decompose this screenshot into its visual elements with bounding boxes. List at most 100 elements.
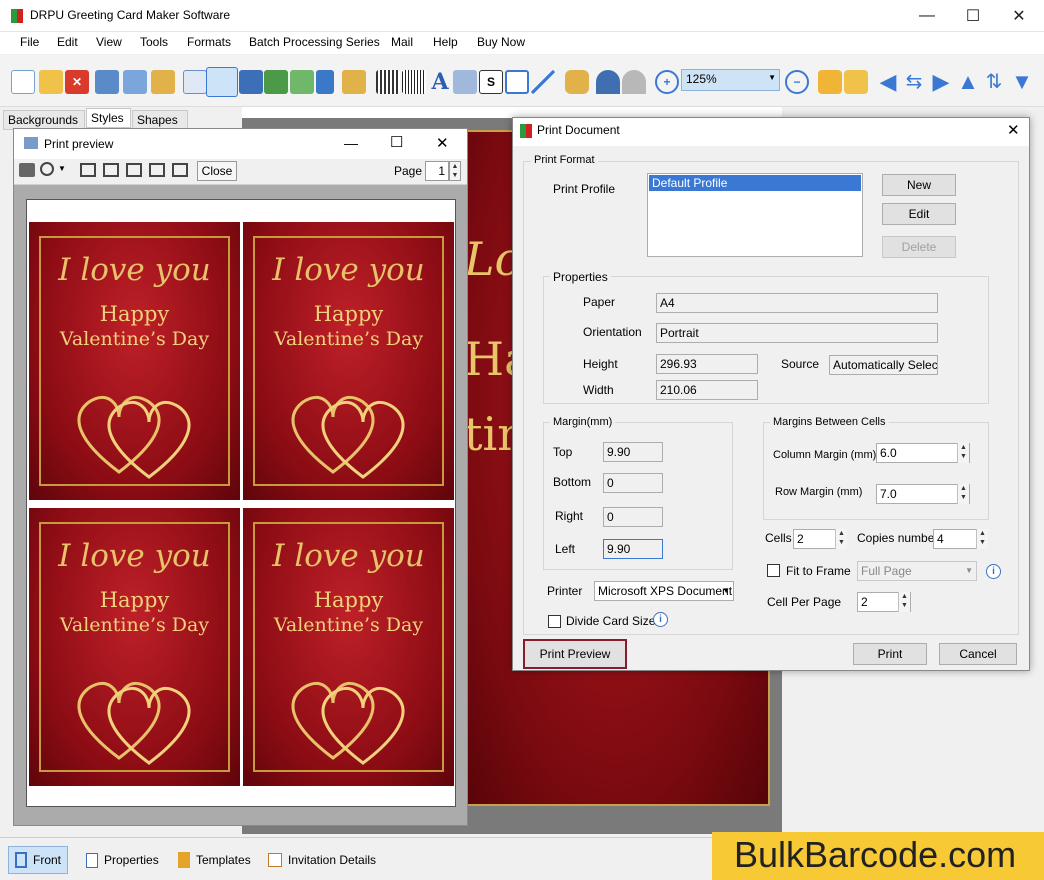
column-margin-field[interactable]: 6.0 xyxy=(876,443,970,463)
three-pages-icon[interactable] xyxy=(126,163,142,177)
flip-vertical-icon[interactable]: ⇅ xyxy=(982,70,1006,94)
close-file-icon[interactable]: ✕ xyxy=(65,70,89,94)
print-button[interactable]: Print xyxy=(853,643,927,665)
line-icon[interactable] xyxy=(531,70,555,94)
zoom-select[interactable]: 125% ▼ xyxy=(681,69,780,91)
pv-minimize-button[interactable]: — xyxy=(344,135,358,151)
six-pages-icon[interactable] xyxy=(172,163,188,177)
tab-invitation-details[interactable]: Invitation Details xyxy=(262,846,382,874)
page-spinner[interactable]: ▲ ▼ xyxy=(449,161,461,181)
menu-tools[interactable]: Tools xyxy=(140,35,168,49)
menu-help[interactable]: Help xyxy=(433,35,458,49)
shapes-icon[interactable] xyxy=(342,70,366,94)
printer-select[interactable]: Microsoft XPS Document ▼ xyxy=(594,581,734,601)
symbol-icon[interactable]: S xyxy=(479,70,503,94)
divide-card-checkbox[interactable] xyxy=(548,615,561,628)
menu-edit[interactable]: Edit xyxy=(57,35,78,49)
tab-templates[interactable]: Templates xyxy=(172,846,257,874)
tab-shapes[interactable]: Shapes xyxy=(132,110,188,130)
four-pages-icon[interactable] xyxy=(149,163,165,177)
pv-close-button[interactable]: Close xyxy=(197,161,237,181)
open-folder-icon[interactable] xyxy=(39,70,63,94)
pen-icon[interactable] xyxy=(316,70,334,94)
zoom-icon[interactable] xyxy=(40,162,54,176)
image-icon[interactable] xyxy=(264,70,288,94)
profile-list-item[interactable]: Default Profile xyxy=(649,175,861,191)
pv-maximize-button[interactable]: ☐ xyxy=(390,133,403,151)
row-margin-label: Row Margin (mm) xyxy=(775,486,863,498)
pv-close-window-button[interactable]: ✕ xyxy=(436,134,449,152)
chevron-down-icon[interactable]: ▼ xyxy=(58,164,66,173)
maximize-button[interactable]: ☐ xyxy=(950,0,996,32)
print-preview-button[interactable]: Print Preview xyxy=(523,639,627,669)
row-margin-field[interactable]: 7.0 xyxy=(876,484,970,504)
column-margin-label: Column Margin (mm) xyxy=(773,449,877,461)
print-icon[interactable] xyxy=(19,163,35,177)
fit-info-icon[interactable]: i xyxy=(986,564,1001,579)
row-margin-spinner[interactable]: ▲ ▼ xyxy=(957,484,969,504)
print-preview-title: Print preview xyxy=(44,137,114,151)
cell-per-page-spinner[interactable]: ▲ ▼ xyxy=(898,592,910,612)
divide-info-icon[interactable]: i xyxy=(653,612,668,627)
insert-picture-icon[interactable] xyxy=(290,70,314,94)
fit-to-frame-checkbox[interactable] xyxy=(767,564,780,577)
tab-styles[interactable]: Styles xyxy=(86,108,131,128)
redo-icon[interactable] xyxy=(622,70,646,94)
menu-mail[interactable]: Mail xyxy=(391,35,413,49)
bottom-margin-field[interactable]: 0 xyxy=(603,473,663,493)
barcode-icon[interactable] xyxy=(376,70,400,94)
tab-backgrounds[interactable]: Backgrounds xyxy=(3,110,85,130)
menu-view[interactable]: View xyxy=(96,35,122,49)
zoom-in-icon[interactable]: + xyxy=(655,70,679,94)
lock-icon[interactable] xyxy=(818,70,842,94)
card-line3: Valentine’s Day xyxy=(273,614,424,636)
fit-to-frame-select[interactable]: Full Page ▼ xyxy=(857,561,977,581)
new-file-icon[interactable] xyxy=(11,70,35,94)
menu-formats[interactable]: Formats xyxy=(187,35,231,49)
text-icon[interactable]: A xyxy=(428,70,452,94)
two-pages-icon[interactable] xyxy=(103,163,119,177)
mail-icon[interactable] xyxy=(505,70,529,94)
arrow-down-icon[interactable]: ▼ xyxy=(1010,70,1034,94)
page-number-input[interactable]: 1 xyxy=(425,161,449,181)
column-margin-spinner[interactable]: ▲ ▼ xyxy=(957,443,969,463)
text-art-icon[interactable] xyxy=(453,70,477,94)
tab-front[interactable]: Front xyxy=(8,846,69,874)
menu-batch-processing[interactable]: Batch Processing Series xyxy=(249,35,380,49)
tab-properties[interactable]: Properties xyxy=(80,846,165,874)
cancel-button[interactable]: Cancel xyxy=(939,643,1017,665)
menu-buy-now[interactable]: Buy Now xyxy=(477,35,525,49)
menu-file[interactable]: File xyxy=(20,35,39,49)
database-icon[interactable] xyxy=(565,70,589,94)
cells-spinner[interactable]: ▲ ▼ xyxy=(835,529,847,549)
flip-horizontal-icon[interactable]: ⇆ xyxy=(902,70,926,94)
export-icon[interactable] xyxy=(151,70,175,94)
undo-icon[interactable] xyxy=(596,70,620,94)
save-icon[interactable] xyxy=(95,70,119,94)
invitation-icon xyxy=(268,853,282,867)
unlock-icon[interactable] xyxy=(844,70,868,94)
minimize-button[interactable]: — xyxy=(904,0,950,32)
edit-profile-button[interactable]: Edit xyxy=(882,203,956,225)
print-preview-icon[interactable] xyxy=(183,70,207,94)
one-page-icon[interactable] xyxy=(80,163,96,177)
right-margin-field[interactable]: 0 xyxy=(603,507,663,527)
save-as-icon[interactable] xyxy=(123,70,147,94)
brand-text: BulkBarcode.com xyxy=(734,834,1017,875)
profile-list[interactable]: Default Profile xyxy=(647,173,863,257)
copy-page-icon[interactable] xyxy=(239,70,263,94)
delete-profile-button[interactable]: Delete xyxy=(882,236,956,258)
dialog-close-button[interactable]: ✕ xyxy=(1007,121,1020,139)
left-margin-field[interactable]: 9.90 xyxy=(603,539,663,559)
top-margin-field[interactable]: 9.90 xyxy=(603,442,663,462)
new-profile-button[interactable]: New xyxy=(882,174,956,196)
arrow-left-icon[interactable]: ◀ xyxy=(876,70,900,94)
print-icon[interactable] xyxy=(206,67,238,97)
close-window-button[interactable]: ✕ xyxy=(996,0,1042,32)
barcode-alt-icon[interactable] xyxy=(402,70,426,94)
zoom-out-icon[interactable]: − xyxy=(785,70,809,94)
arrow-up-icon[interactable]: ▲ xyxy=(956,70,980,94)
arrow-right-icon[interactable]: ▶ xyxy=(929,70,953,94)
copies-spinner[interactable]: ▲ ▼ xyxy=(976,529,988,549)
chevron-down-icon: ▼ xyxy=(965,566,973,575)
